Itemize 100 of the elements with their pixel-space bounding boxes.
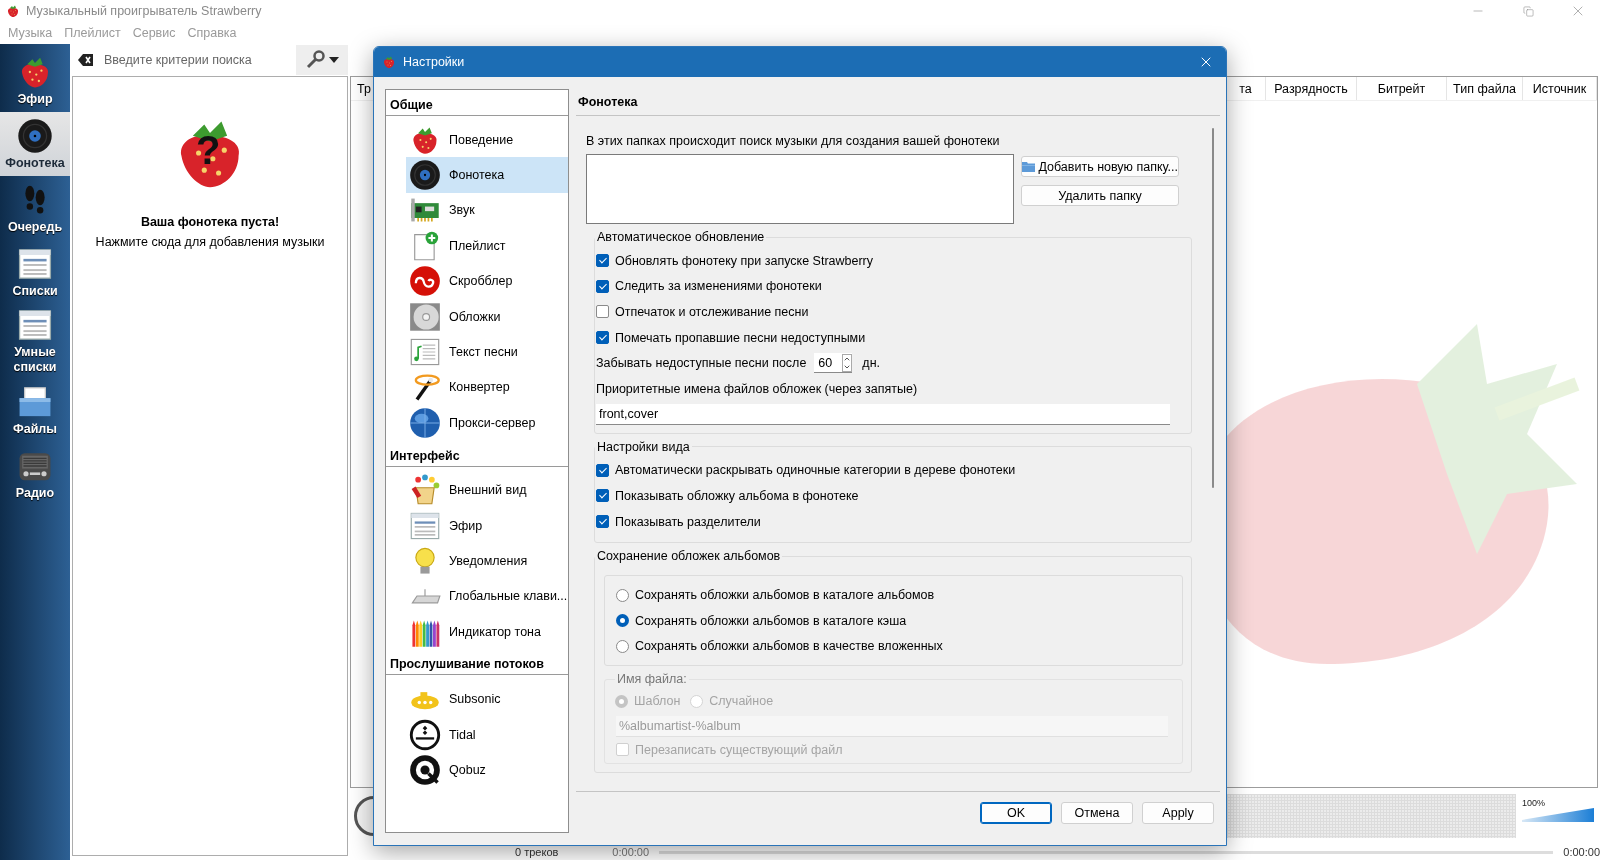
- sidebar-label: Очередь: [7, 219, 63, 235]
- checkbox-label: Отпечаток и отслеживание песни: [615, 305, 809, 319]
- restore-icon: [1522, 5, 1534, 17]
- ring-logo-icon: [409, 718, 441, 751]
- column-header[interactable]: Источник: [1523, 77, 1597, 100]
- paint-bucket-icon: [409, 474, 441, 507]
- dialog-button[interactable]: Отмена: [1061, 801, 1133, 824]
- checkbox-label: Перезаписать существующий файл: [635, 742, 843, 757]
- checkbox[interactable]: [596, 279, 609, 293]
- radio-button[interactable]: [616, 614, 629, 628]
- nav-item[interactable]: Subsonic: [406, 681, 568, 717]
- search-field[interactable]: Введите критерии поиска: [102, 52, 296, 68]
- nav-label: Прокси-сервер: [449, 415, 536, 430]
- folder-list[interactable]: [586, 154, 1014, 224]
- radio-button[interactable]: [616, 588, 629, 602]
- nav-item[interactable]: Фонотека: [406, 157, 568, 193]
- group-title: Сохранение обложек альбомов: [596, 549, 782, 564]
- nav-item[interactable]: Индикатор тона: [406, 614, 568, 650]
- checkbox[interactable]: [596, 489, 609, 503]
- checkbox[interactable]: [596, 515, 609, 529]
- nav-item[interactable]: Обложки: [406, 298, 568, 335]
- checkbox-label: Обновлять фонотеку при запуске Strawberry: [615, 253, 873, 268]
- checkbox-label: Следить за изменениями фонотеки: [615, 279, 822, 294]
- vinyl-record-icon: [17, 117, 53, 154]
- nav-label: Уведомления: [449, 554, 528, 568]
- dialog-title: Настройки: [403, 55, 466, 69]
- checkbox[interactable]: [596, 463, 609, 477]
- remove-folder-button[interactable]: Удалить папку: [1021, 185, 1179, 206]
- dialog-button[interactable]: Apply: [1142, 801, 1214, 824]
- checkbox[interactable]: [596, 305, 609, 319]
- dialog-button[interactable]: OK: [980, 801, 1052, 824]
- sidebar-item[interactable]: Списки: [0, 240, 70, 304]
- cover-names-field[interactable]: front,cover: [596, 403, 1170, 425]
- nav-item[interactable]: Плейлист: [406, 228, 568, 264]
- sidebar-item[interactable]: Файлы: [0, 378, 70, 442]
- nav-label: Звук: [449, 203, 475, 218]
- empty-library-title: Ваша фонотека пуста!: [140, 215, 280, 229]
- nav-section-title: Общие: [386, 90, 568, 116]
- column-header[interactable]: Битрейт: [1357, 77, 1447, 100]
- sidebar-label: Радио: [15, 485, 55, 501]
- clear-icon[interactable]: [78, 53, 94, 67]
- nav-item[interactable]: Текст песни: [406, 334, 568, 370]
- scrollbar-thumb[interactable]: [1212, 128, 1214, 488]
- nav-label: Текст песни: [449, 345, 518, 360]
- nav-label: Индикатор тона: [449, 624, 541, 639]
- column-header[interactable]: Тип файла: [1447, 77, 1523, 100]
- elapsed-time: 0:00:00: [1563, 846, 1600, 858]
- nav-item[interactable]: Прокси-сервер: [406, 405, 568, 441]
- nav-item[interactable]: Уведомления: [406, 543, 568, 579]
- sidebar-label: Фонотека: [5, 155, 65, 171]
- checkbox-label: Показывать обложку альбома в фонотеке: [615, 488, 859, 503]
- nav-label: Конвертер: [449, 380, 510, 395]
- nav-section-title: Прослушивание потоков: [386, 649, 568, 676]
- vinyl-record-icon: [409, 159, 441, 192]
- forget-label: Забывать недоступные песни после: [596, 356, 807, 371]
- nav-label: Subsonic: [449, 692, 501, 707]
- nav-item[interactable]: Эфир: [406, 507, 568, 544]
- sidebar-label: Умные списки: [12, 345, 58, 375]
- playlist-window-icon: [17, 307, 53, 343]
- nav-item[interactable]: Внешний вид: [406, 472, 568, 508]
- radio-button[interactable]: [616, 639, 629, 653]
- settings-dropdown-button[interactable]: [296, 45, 348, 75]
- nav-label: Qobuz: [449, 762, 486, 777]
- nav-item[interactable]: Qobuz: [406, 752, 568, 788]
- sidebar-item[interactable]: Умные списки: [0, 304, 70, 378]
- checkbox[interactable]: [596, 254, 609, 268]
- group-title: Настройки вида: [596, 439, 691, 454]
- folder-icon: [1022, 160, 1036, 173]
- sidebar-label: Списки: [12, 283, 58, 299]
- nav-item[interactable]: Конвертер: [406, 369, 568, 406]
- nav-label: Tidal: [449, 727, 476, 742]
- add-music-link[interactable]: Нажмите сюда для добавления музыки: [95, 235, 325, 249]
- add-folder-button[interactable]: Добавить новую папку...: [1021, 156, 1179, 177]
- nav-item[interactable]: Звук: [406, 192, 568, 229]
- question-mark: ?: [196, 127, 221, 174]
- checkbox[interactable]: [596, 331, 609, 345]
- checkbox-label: Показывать разделители: [615, 514, 761, 529]
- nav-item[interactable]: Tidal: [406, 716, 568, 753]
- days-spinbox[interactable]: 60: [814, 353, 853, 374]
- checkbox-label: Помечать пропавшие песни недоступными: [615, 330, 866, 345]
- nav-label: Поведение: [449, 132, 514, 147]
- sidebar-item[interactable]: Очередь: [0, 176, 70, 240]
- sidebar-item[interactable]: Радио: [0, 442, 70, 506]
- nav-item[interactable]: Скробблер: [406, 263, 568, 299]
- globe-icon: [409, 406, 441, 439]
- days-unit: дн.: [862, 356, 881, 371]
- caret-icon: [329, 57, 339, 63]
- column-header[interactable]: Разрядность: [1266, 77, 1357, 100]
- position-time: 0:00:00: [612, 846, 650, 858]
- nav-item[interactable]: Глобальные клави...: [406, 578, 568, 615]
- scrobbler-logo-icon: [409, 265, 441, 298]
- sidebar-label: Эфир: [17, 91, 53, 107]
- nav-section-title: Интерфейс: [386, 440, 568, 467]
- sidebar-item[interactable]: Эфир: [0, 48, 70, 112]
- sidebar-item[interactable]: Фонотека: [0, 112, 70, 176]
- sidebar-label: Файлы: [13, 421, 57, 437]
- group-title: Имя файла:: [616, 672, 688, 687]
- nav-label: Эфир: [449, 518, 483, 533]
- strawberry-icon: [382, 55, 396, 69]
- nav-item[interactable]: Поведение: [406, 122, 568, 158]
